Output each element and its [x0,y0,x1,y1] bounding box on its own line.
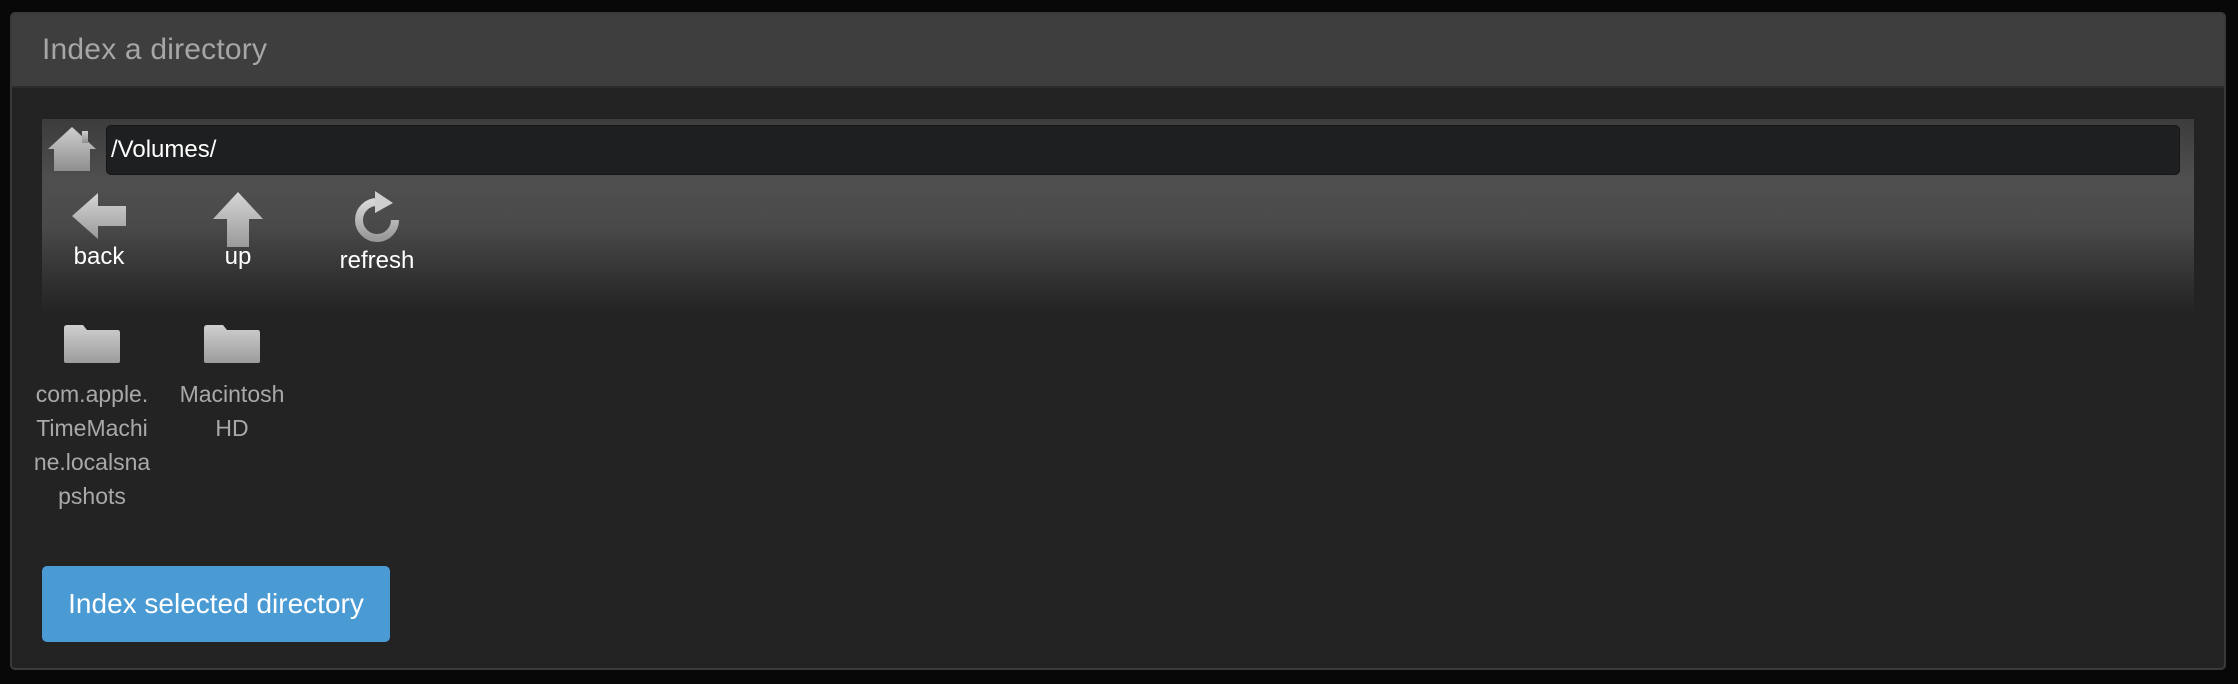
folder-item[interactable]: Macintosh HD [170,324,294,445]
back-arrow-icon [70,191,128,241]
home-icon[interactable] [46,125,98,173]
panel-title: Index a directory [42,33,268,66]
index-directory-panel: Index a directory /Volumes/ back up refr… [10,12,2226,670]
up-label: up [224,243,252,270]
panel-header: Index a directory [12,14,2224,88]
folder-label: Macintosh HD [179,381,285,441]
index-selected-directory-button[interactable]: Index selected directory [42,566,390,642]
up-arrow-icon [212,191,264,249]
folder-label: com.apple.TimeMachine.localsnapshots [33,381,151,509]
path-input[interactable] [106,125,2180,175]
folder-icon [63,324,121,369]
refresh-button[interactable]: refresh [322,191,432,275]
refresh-icon [351,191,403,245]
refresh-label: refresh [339,247,415,274]
up-button[interactable]: up [183,191,293,271]
directory-browser: back up [42,119,2194,313]
back-label: back [73,243,125,270]
folder-icon [203,324,261,369]
back-button[interactable]: back [44,191,154,271]
folder-item[interactable]: com.apple.TimeMachine.localsnapshots [30,324,154,513]
